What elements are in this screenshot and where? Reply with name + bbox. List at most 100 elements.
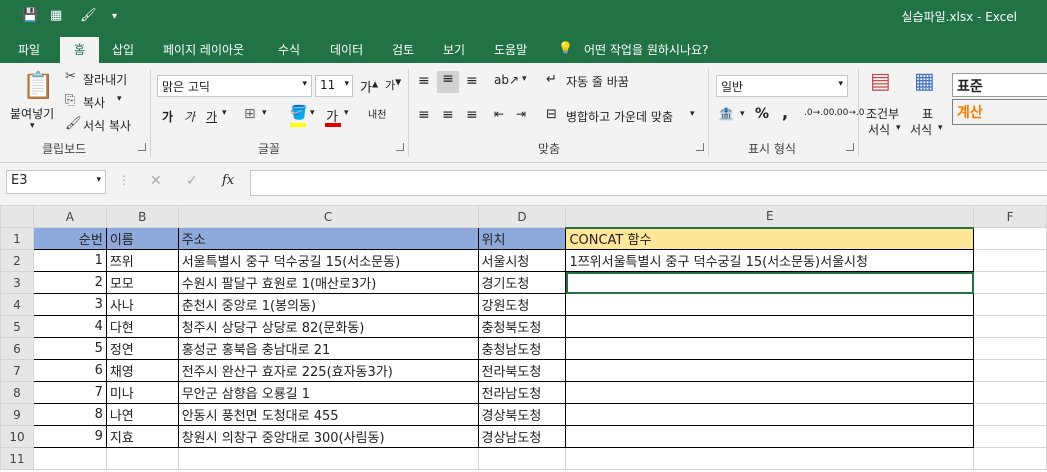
cell-b3[interactable]: 모모 (105, 271, 179, 294)
row-header-5[interactable]: 5 (0, 315, 34, 338)
customize-quick-access-icon[interactable]: ▾ (112, 11, 117, 22)
cell-c3[interactable]: 수원시 팔달구 효원로 1(매산로3가) (177, 271, 479, 294)
cell-f5[interactable] (973, 315, 1047, 338)
decrease-indent-icon[interactable]: ⇤ (494, 107, 504, 121)
cell-a4[interactable]: 3 (32, 293, 107, 316)
cell-e3[interactable] (565, 271, 975, 294)
cell-c6[interactable]: 홍성군 홍북읍 충남대로 21 (177, 337, 479, 360)
cell-b2[interactable]: 쯔위 (105, 249, 179, 272)
tab-data[interactable]: 데이터 (330, 41, 363, 58)
cell-e10[interactable] (565, 425, 975, 448)
cell-a6[interactable]: 5 (32, 337, 107, 360)
decrease-decimal-icon[interactable]: .00→.0 (834, 108, 864, 118)
save-icon[interactable]: 💾 (22, 8, 38, 23)
decrease-font-icon[interactable]: 가▼ (385, 77, 401, 93)
border-icon[interactable]: ⊞ (244, 106, 256, 122)
column-header-c[interactable]: C (177, 205, 479, 228)
row-header-3[interactable]: 3 (0, 271, 34, 294)
number-format-select[interactable]: 일반 ▾ (716, 75, 848, 97)
cell-c7[interactable]: 전주시 완산구 효자로 225(효자동3가) (177, 359, 479, 382)
cell-a2[interactable]: 1 (32, 249, 107, 272)
row-header-10[interactable]: 10 (0, 425, 34, 448)
bold-button[interactable]: 가 (162, 108, 173, 125)
cell-f1[interactable] (973, 227, 1047, 250)
alignment-launcher-icon[interactable] (696, 143, 704, 151)
paste-icon[interactable]: 📋 (22, 71, 54, 101)
orientation-dropdown-icon[interactable]: ▾ (522, 74, 527, 84)
column-header-a[interactable]: A (32, 205, 107, 228)
increase-indent-icon[interactable]: ⇥ (516, 107, 526, 121)
format-table-dropdown-icon[interactable]: ▾ (938, 123, 943, 133)
tab-home[interactable]: 홈 (60, 37, 100, 63)
cell-b1[interactable]: 이름 (105, 227, 179, 250)
cell-a7[interactable]: 6 (32, 359, 107, 382)
wrap-text-button[interactable]: 자동 줄 바꿈 (566, 73, 629, 90)
cell-f6[interactable] (973, 337, 1047, 360)
conditional-dropdown-icon[interactable]: ▾ (896, 123, 901, 133)
copy-button[interactable]: 복사 (83, 94, 105, 111)
column-header-b[interactable]: B (105, 205, 179, 228)
cell-d10[interactable]: 경상남도청 (477, 425, 567, 448)
accounting-format-icon[interactable]: 🏦 (718, 107, 734, 122)
increase-font-icon[interactable]: 가▲ (360, 77, 378, 96)
merge-dropdown-icon[interactable]: ▾ (690, 109, 695, 119)
cell-b9[interactable]: 나연 (105, 403, 179, 426)
tab-file[interactable]: 파일 (18, 41, 40, 58)
italic-button[interactable]: 가 (184, 108, 195, 125)
column-header-e[interactable]: E (565, 205, 975, 229)
align-right-icon[interactable]: ≡ (466, 107, 478, 123)
cell-b7[interactable]: 채영 (105, 359, 179, 382)
cell-d3[interactable]: 경기도청 (477, 271, 567, 294)
cell-a5[interactable]: 4 (32, 315, 107, 338)
cell-d11[interactable] (477, 447, 567, 470)
select-all-corner[interactable] (0, 205, 34, 228)
row-header-7[interactable]: 7 (0, 359, 34, 382)
align-left-icon[interactable]: ≡ (418, 107, 430, 123)
cell-c1[interactable]: 주소 (177, 227, 479, 250)
conditional-format-label-2[interactable]: 서식 (868, 121, 890, 138)
cell-a3[interactable]: 2 (32, 271, 107, 294)
paste-dropdown-icon[interactable]: ▾ (30, 121, 35, 131)
cell-c2[interactable]: 서울특별시 중구 덕수궁길 15(서소문동) (177, 249, 479, 272)
clipboard-launcher-icon[interactable] (138, 143, 146, 151)
cell-b6[interactable]: 정연 (105, 337, 179, 360)
insert-function-button[interactable]: fx (222, 173, 234, 188)
cut-button[interactable]: 잘라내기 (83, 71, 127, 88)
accounting-dropdown-icon[interactable]: ▾ (740, 109, 745, 119)
row-header-1[interactable]: 1 (0, 227, 34, 250)
align-center-icon[interactable]: ≡ (442, 107, 454, 123)
formula-input[interactable] (250, 170, 1047, 196)
tab-help[interactable]: 도움말 (494, 41, 527, 58)
cell-f3[interactable] (973, 271, 1047, 294)
cell-d5[interactable]: 충청북도청 (477, 315, 567, 338)
column-header-f[interactable]: F (973, 205, 1047, 228)
cell-d7[interactable]: 전라북도청 (477, 359, 567, 382)
enter-icon[interactable]: ✓ (186, 173, 198, 189)
tell-me-search[interactable]: 어떤 작업을 원하시나요? (584, 41, 708, 58)
fill-color-icon[interactable]: 🪣 (290, 105, 307, 121)
cell-c9[interactable]: 안동시 풍천면 도청대로 455 (177, 403, 479, 426)
cancel-icon[interactable]: ✕ (150, 173, 162, 189)
orientation-icon[interactable]: ab↗ (494, 73, 519, 87)
table-icon[interactable]: ▦ (50, 8, 62, 23)
phonetic-button[interactable]: 내천 (368, 106, 386, 121)
tab-view[interactable]: 보기 (443, 41, 465, 58)
cell-e8[interactable] (565, 381, 975, 404)
tab-formulas[interactable]: 수식 (278, 41, 300, 58)
increase-decimal-icon[interactable]: .0→.00 (804, 108, 834, 118)
cell-a10[interactable]: 9 (32, 425, 107, 448)
cell-f7[interactable] (973, 359, 1047, 382)
cell-a11[interactable] (32, 447, 107, 470)
cell-c10[interactable]: 창원시 의창구 중앙대로 300(사림동) (177, 425, 479, 448)
fill-dropdown-icon[interactable]: ▾ (310, 108, 315, 118)
copy-dropdown-icon[interactable]: ▾ (117, 94, 122, 104)
row-header-4[interactable]: 4 (0, 293, 34, 316)
cell-c5[interactable]: 청주시 상당구 상당로 82(문화동) (177, 315, 479, 338)
style-normal[interactable]: 표준 (952, 73, 1047, 97)
align-bottom-icon[interactable]: ≡ (466, 73, 478, 89)
font-color-dropdown-icon[interactable]: ▾ (344, 108, 349, 118)
border-dropdown-icon[interactable]: ▾ (262, 108, 267, 118)
align-top-icon[interactable]: ≡ (418, 73, 430, 89)
cell-d4[interactable]: 강원도청 (477, 293, 567, 316)
underline-button[interactable]: 가 (206, 108, 217, 125)
